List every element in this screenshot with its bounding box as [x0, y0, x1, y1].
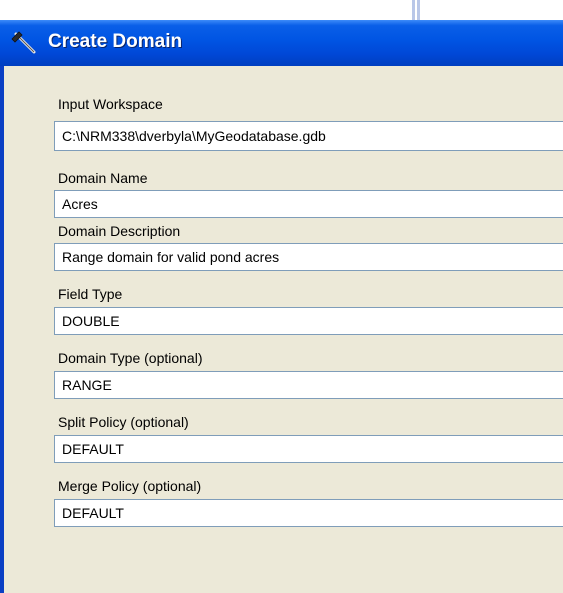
domain-type-field[interactable]: RANGE [54, 371, 563, 399]
parameters-panel: Input Workspace C:\NRM338\dverbyla\MyGeo… [4, 66, 563, 593]
input-workspace-label: Input Workspace [58, 96, 163, 112]
window-title: Create Domain [48, 31, 183, 52]
merge-policy-field[interactable]: DEFAULT [54, 499, 563, 527]
split-policy-field[interactable]: DEFAULT [54, 435, 563, 463]
hammer-icon [11, 31, 36, 54]
create-domain-dialog: Create Domain Input Workspace C:\NRM338\… [0, 20, 563, 593]
domain-name-label: Domain Name [58, 170, 148, 186]
background-area [0, 0, 563, 20]
title-bar[interactable]: Create Domain [0, 20, 563, 66]
merge-policy-label: Merge Policy (optional) [58, 478, 202, 494]
field-type-field[interactable]: DOUBLE [54, 307, 563, 335]
input-workspace-field[interactable]: C:\NRM338\dverbyla\MyGeodatabase.gdb [54, 121, 563, 151]
background-window-edge [412, 0, 424, 20]
domain-type-label: Domain Type (optional) [58, 350, 203, 366]
split-policy-label: Split Policy (optional) [58, 414, 189, 430]
domain-description-field[interactable]: Range domain for valid pond acres [54, 243, 563, 271]
domain-name-field[interactable]: Acres [54, 190, 563, 218]
field-type-label: Field Type [58, 286, 123, 302]
domain-description-label: Domain Description [58, 223, 181, 239]
